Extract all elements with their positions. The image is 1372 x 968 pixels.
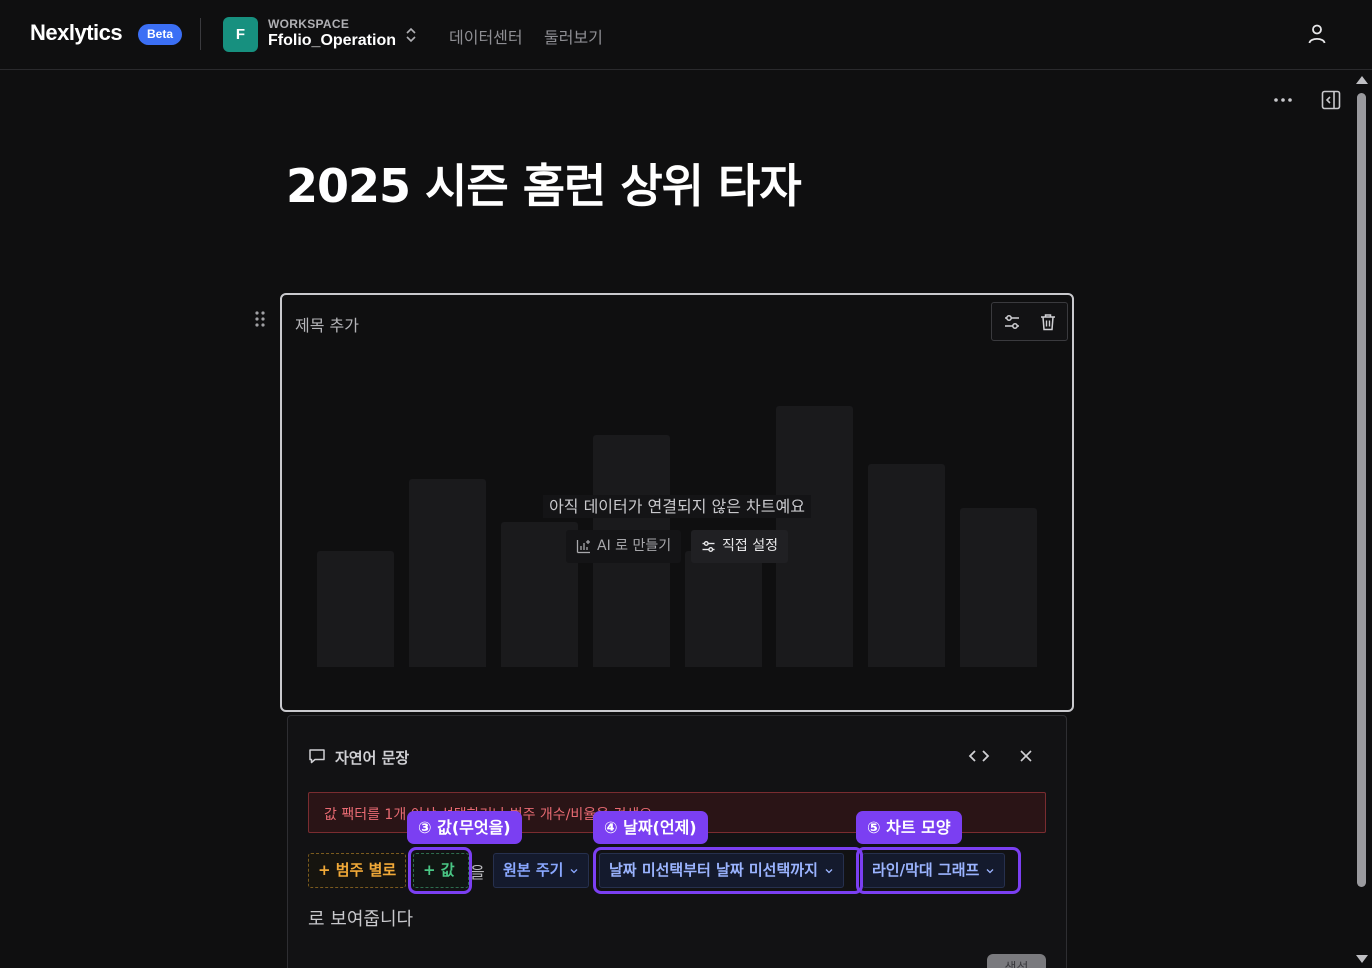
placeholder-bar [685,551,762,667]
workspace-avatar[interactable]: F [223,17,258,52]
nl-suffix-text: 로 보여줍니다 [308,909,414,930]
card-toolbar [991,302,1068,341]
period-chip[interactable]: 원본 주기 [493,853,590,888]
workspace-switch-icon[interactable] [404,25,418,45]
chart-ai-icon [576,540,590,554]
annotation-tag-charttype: ⑤ 차트 모양 [856,811,962,844]
highlight-date-box [593,847,863,894]
nav-explore[interactable]: 둘러보기 [544,24,603,48]
header-divider [200,18,201,50]
empty-chart-message: 아직 데이터가 연결되지 않은 차트예요 [282,493,1072,518]
ai-create-button[interactable]: AI 로 만들기 [566,530,682,563]
beta-badge: Beta [138,24,183,45]
highlight-value-box [408,847,472,894]
app-logo[interactable]: Nexlytics [30,20,123,46]
placeholder-bar [960,508,1037,667]
nl-panel-title: 자연어 문장 [335,749,410,767]
generate-button[interactable]: 생성 [987,954,1046,968]
close-icon[interactable] [1018,748,1034,764]
scrollbar-thumb[interactable] [1357,93,1366,887]
workspace-caption: WORKSPACE [268,17,350,31]
scroll-down-arrow[interactable] [1356,955,1368,963]
panel-toggle-icon[interactable] [1320,89,1342,111]
particle-eul: 을 [470,863,485,882]
nav-datacenter[interactable]: 데이터센터 [449,24,523,48]
scroll-up-arrow[interactable] [1356,76,1368,84]
code-icon[interactable] [968,746,990,766]
manual-setup-button[interactable]: 직접 설정 [691,530,788,563]
chat-bubble-icon [309,749,325,764]
period-label: 원본 주기 [503,861,564,879]
chevron-down-icon [570,868,578,873]
ai-create-label: AI 로 만들기 [597,538,672,554]
highlight-charttype-box [856,847,1021,894]
drag-handle-icon[interactable] [254,310,266,328]
chart-title-input[interactable]: 제목 추가 [295,312,359,336]
user-icon[interactable] [1305,22,1329,46]
trash-icon[interactable] [1038,312,1058,332]
top-bar: Nexlytics Beta F WORKSPACE Ffolio_Operat… [0,0,1372,70]
more-icon[interactable] [1271,90,1295,110]
category-chip[interactable]: + 범주 별로 [308,853,407,888]
workspace-name[interactable]: Ffolio_Operation [268,32,396,50]
annotation-tag-value: ③ 값(무엇을) [407,811,522,844]
settings-sliders-icon[interactable] [1002,312,1022,332]
chart-card[interactable]: 제목 추가 아직 데이터가 연결되지 않은 차트예요 AI 로 만들기 직접 설… [280,293,1074,712]
manual-setup-label: 직접 설정 [722,538,778,554]
settings-sliders-icon [702,541,715,552]
empty-chart-text: 아직 데이터가 연결되지 않은 차트예요 [543,495,811,518]
annotation-tag-date: ④ 날짜(언제) [593,811,708,844]
placeholder-bar [317,551,394,667]
page-title[interactable]: 2025 시즌 홈런 상위 타자 [286,150,802,216]
